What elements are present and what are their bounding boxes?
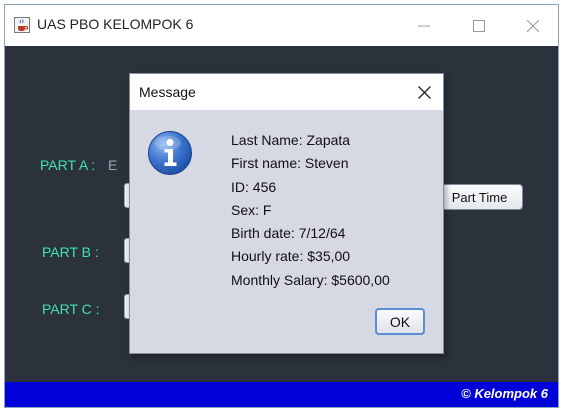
java-cup-icon (14, 17, 30, 33)
ok-button[interactable]: OK (375, 308, 425, 335)
close-icon (417, 85, 431, 99)
message-line-sex: Sex: F (231, 201, 272, 218)
part-time-button[interactable]: Part Time (436, 184, 523, 210)
message-text: Last Name: Zapata First name: Steven ID:… (231, 129, 390, 292)
message-line-last-name: Last Name: Zapata (231, 132, 351, 148)
message-dialog: Message Last Name: Zapata First name: St… (129, 73, 444, 354)
message-line-hourly-rate: Hourly rate: $35,00 (231, 248, 351, 265)
maximize-icon (473, 19, 485, 32)
dialog-title: Message (139, 84, 196, 100)
footer-bar: © Kelompok 6 (5, 382, 558, 407)
part-a-field-label: E (108, 157, 118, 173)
message-line-first-name: First name: Steven (231, 155, 349, 172)
footer-credit: © Kelompok 6 (461, 386, 548, 401)
window-titlebar[interactable]: UAS PBO KELOMPOK 6 (5, 5, 558, 46)
dialog-titlebar[interactable]: Message (130, 74, 443, 110)
message-line-id: ID: 456 (231, 178, 277, 195)
window-title: UAS PBO KELOMPOK 6 (37, 16, 194, 32)
dialog-close-button[interactable] (409, 77, 439, 107)
message-line-monthly-salary: Monthly Salary: $5600,00 (231, 271, 390, 288)
window-close-button[interactable] (510, 5, 556, 46)
part-b-label: PART B : (42, 244, 99, 260)
minimize-icon (418, 25, 430, 26)
info-icon (148, 131, 192, 175)
close-icon (527, 19, 539, 32)
part-a-label: PART A : (40, 157, 96, 173)
minimize-button[interactable] (401, 5, 447, 46)
maximize-button[interactable] (456, 5, 502, 46)
part-c-label: PART C : (42, 301, 100, 317)
message-line-birth-date: Birth date: 7/12/64 (231, 225, 346, 242)
